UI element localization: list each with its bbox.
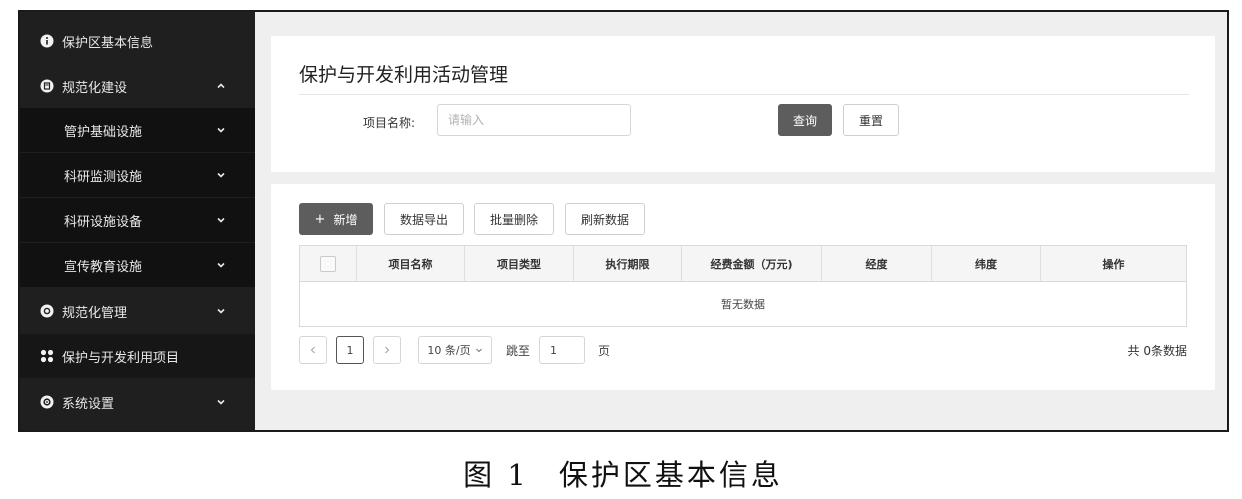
select-all-cell — [300, 246, 357, 281]
figure-number: 图 1 — [463, 458, 529, 492]
info-circle-icon — [40, 34, 54, 48]
page-number-button[interactable]: 1 — [336, 336, 364, 364]
next-page-button[interactable] — [373, 336, 401, 364]
total-count: 共 0条数据 — [1127, 343, 1187, 358]
column-header[interactable]: 执行期限 — [574, 246, 682, 281]
grid-icon — [40, 349, 54, 363]
page-size-select[interactable]: 10 条/页 — [418, 336, 492, 364]
sidebar-item-label: 规范化建设 — [62, 80, 128, 96]
add-button[interactable]: + 新增 — [299, 203, 373, 235]
sidebar: 保护区基本信息 规范化建设 管护基础设施 科研监测设施 科研设施设备 宣传教育设… — [20, 12, 255, 430]
jump-label: 跳至 — [505, 343, 530, 358]
page-unit-label: 页 — [597, 343, 610, 358]
chevron-left-icon — [310, 346, 315, 354]
search-panel: 保护与开发利用活动管理 项目名称: 查询 重置 — [271, 36, 1215, 172]
sidebar-item-label: 宣传教育设施 — [64, 259, 143, 275]
gear-icon — [40, 395, 54, 409]
sidebar-item-standardization-management[interactable]: 规范化管理 — [20, 289, 255, 333]
figure-title: 保护区基本信息 — [558, 458, 783, 492]
sidebar-item-standardization-construction[interactable]: 规范化建设 — [20, 64, 255, 108]
reset-button[interactable]: 重置 — [843, 104, 899, 136]
column-header[interactable]: 纬度 — [932, 246, 1041, 281]
project-name-label: 项目名称: — [363, 116, 416, 130]
divider — [299, 94, 1189, 95]
prev-page-button[interactable] — [299, 336, 327, 364]
page-title: 保护与开发利用活动管理 — [299, 64, 509, 86]
column-header[interactable]: 项目类型 — [465, 246, 574, 281]
sidebar-item-protection-development-projects[interactable]: 保护与开发利用项目 — [20, 334, 255, 378]
add-button-label: 新增 — [333, 212, 358, 227]
empty-state: 暂无数据 — [721, 298, 765, 311]
sidebar-item-label: 管护基础设施 — [64, 124, 143, 140]
query-button[interactable]: 查询 — [778, 104, 832, 136]
sidebar-item-label: 规范化管理 — [62, 305, 128, 321]
column-header[interactable]: 经度 — [822, 246, 932, 281]
figure-caption: 图 1 保护区基本信息 — [0, 452, 1242, 494]
main-content: 保护与开发利用活动管理 项目名称: 查询 重置 + 新增 数据导出 批量删除 刷… — [255, 12, 1227, 430]
table-panel: + 新增 数据导出 批量删除 刷新数据 项目名称 项目类型 执行期限 经费金额（… — [271, 184, 1215, 390]
refresh-data-button[interactable]: 刷新数据 — [565, 203, 645, 235]
chevron-down-icon — [215, 214, 227, 226]
project-name-input[interactable] — [437, 104, 631, 136]
page-size-value: 10 条/页 — [427, 344, 471, 357]
sidebar-subitem-research-monitoring[interactable]: 科研监测设施 — [20, 153, 255, 197]
chevron-down-icon — [215, 124, 227, 136]
batch-delete-button[interactable]: 批量删除 — [474, 203, 554, 235]
projects-table: 项目名称 项目类型 执行期限 经费金额（万元) 经度 纬度 操作 暂无数据 — [299, 245, 1187, 327]
sidebar-item-label: 系统设置 — [62, 396, 115, 412]
sidebar-subitem-research-equipment[interactable]: 科研设施设备 — [20, 198, 255, 242]
sidebar-subitem-protection-infrastructure[interactable]: 管护基础设施 — [20, 108, 255, 152]
column-header[interactable]: 项目名称 — [357, 246, 465, 281]
sidebar-item-label: 科研监测设施 — [64, 169, 143, 185]
export-data-button[interactable]: 数据导出 — [384, 203, 464, 235]
sidebar-item-label: 科研设施设备 — [64, 214, 143, 230]
chevron-down-icon — [215, 396, 227, 408]
table-header: 项目名称 项目类型 执行期限 经费金额（万元) 经度 纬度 操作 — [300, 246, 1186, 282]
plus-icon: + — [314, 211, 326, 227]
chevron-down-icon — [215, 169, 227, 181]
chevron-right-icon — [385, 346, 390, 354]
sidebar-item-label: 保护与开发利用项目 — [62, 350, 180, 366]
chevron-up-icon — [215, 80, 227, 92]
column-header[interactable]: 操作 — [1041, 246, 1186, 281]
sidebar-item-reserve-info[interactable]: 保护区基本信息 — [20, 19, 255, 63]
chevron-down-icon — [215, 305, 227, 317]
select-all-checkbox[interactable] — [320, 255, 336, 272]
chevron-down-icon — [215, 259, 227, 271]
sidebar-item-system-settings[interactable]: 系统设置 — [20, 380, 255, 424]
sidebar-subitem-education-facilities[interactable]: 宣传教育设施 — [20, 243, 255, 287]
management-circle-icon — [40, 304, 54, 318]
document-circle-icon — [40, 79, 54, 93]
column-header[interactable]: 经费金额（万元) — [682, 246, 822, 281]
app-window: 保护区基本信息 规范化建设 管护基础设施 科研监测设施 科研设施设备 宣传教育设… — [18, 10, 1229, 432]
chevron-down-icon — [475, 344, 483, 357]
sidebar-item-label: 保护区基本信息 — [62, 35, 154, 51]
jump-page-input[interactable]: 1 — [539, 336, 585, 364]
